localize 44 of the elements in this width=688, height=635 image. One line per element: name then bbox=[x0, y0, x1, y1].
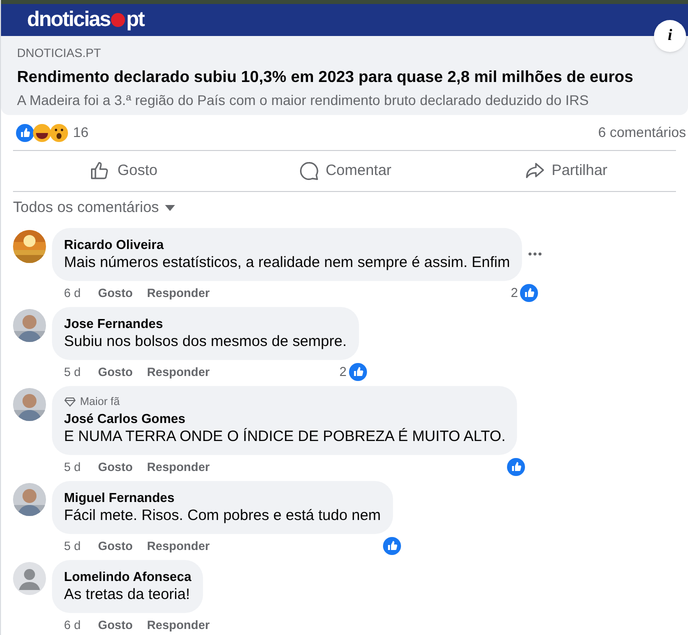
reply-link[interactable]: Responder bbox=[147, 458, 210, 476]
comment-time[interactable]: 6 d bbox=[64, 616, 98, 634]
reply-link[interactable]: Responder bbox=[147, 362, 210, 380]
action-button[interactable]: Comentar bbox=[234, 151, 455, 191]
comment-time[interactable]: 5 d bbox=[64, 458, 98, 476]
like-link[interactable]: Gosto bbox=[98, 362, 147, 380]
comment-text: Mais números estatísticos, a realidade nem sempre é assim. Enfim bbox=[64, 252, 510, 272]
link-source: DNOTICIAS.PT bbox=[17, 45, 102, 62]
like-count: 2 bbox=[339, 362, 347, 381]
comment-text: Fácil mete. Risos. Com pobres e está tudo nem bbox=[64, 506, 381, 526]
speech-bubble-icon bbox=[298, 160, 320, 182]
comment-text: Subiu nos bolsos dos mesmos de sempre. bbox=[64, 332, 347, 352]
commenter-name[interactable]: Lomelindo Afonseca bbox=[64, 568, 192, 585]
commenter-name[interactable]: José Carlos Gomes bbox=[64, 410, 506, 427]
comment-time[interactable]: 5 d bbox=[64, 362, 98, 380]
reaction-count[interactable]: 16 bbox=[73, 122, 89, 143]
link-description: A Madeira foi a 3.ª região do País com o maior rendimento bruto declarado deduzido do IRS bbox=[17, 91, 590, 109]
commenter-name[interactable]: Jose Fernandes bbox=[64, 314, 347, 332]
action-button[interactable]: Partilhar bbox=[455, 151, 676, 191]
logo: dnoticias pt bbox=[27, 7, 144, 34]
reaction-icons[interactable] bbox=[15, 122, 69, 142]
diamond-icon bbox=[64, 396, 76, 407]
reply-link[interactable]: Responder bbox=[147, 284, 210, 302]
like-link[interactable]: Gosto bbox=[98, 458, 147, 476]
like-link[interactable]: Gosto bbox=[98, 284, 147, 302]
comment-text: E NUMA TERRA ONDE O ÍNDICE DE POBREZA É MUITO ALTO. bbox=[64, 427, 506, 447]
comment-filter[interactable]: Todos os comentários bbox=[13, 197, 175, 220]
comment-text: As tretas da teoria! bbox=[64, 585, 191, 605]
commenter-name[interactable]: Ricardo Oliveira bbox=[64, 236, 510, 252]
comment-time[interactable]: 5 d bbox=[64, 537, 98, 555]
link-title: Rendimento declarado subiu 10,3% em 2023 para quase 2,8 mil milhões de euros bbox=[17, 68, 634, 88]
more-options-icon[interactable] bbox=[528, 252, 542, 256]
comment-time[interactable]: 6 d bbox=[64, 284, 98, 302]
like-link[interactable]: Gosto bbox=[98, 537, 147, 555]
comment-count[interactable]: 6 comentários bbox=[598, 122, 686, 143]
default-avatar-icon bbox=[13, 562, 46, 595]
reply-link[interactable]: Responder bbox=[147, 616, 210, 634]
reply-link[interactable]: Responder bbox=[147, 537, 210, 555]
action-button[interactable]: Gosto bbox=[13, 151, 234, 191]
caret-icon bbox=[164, 205, 175, 212]
like-link[interactable]: Gosto bbox=[98, 616, 147, 634]
fan-label: Maior fã bbox=[80, 394, 120, 410]
like-count: 2 bbox=[510, 284, 518, 302]
commenter-name[interactable]: Miguel Fernandes bbox=[64, 489, 381, 506]
